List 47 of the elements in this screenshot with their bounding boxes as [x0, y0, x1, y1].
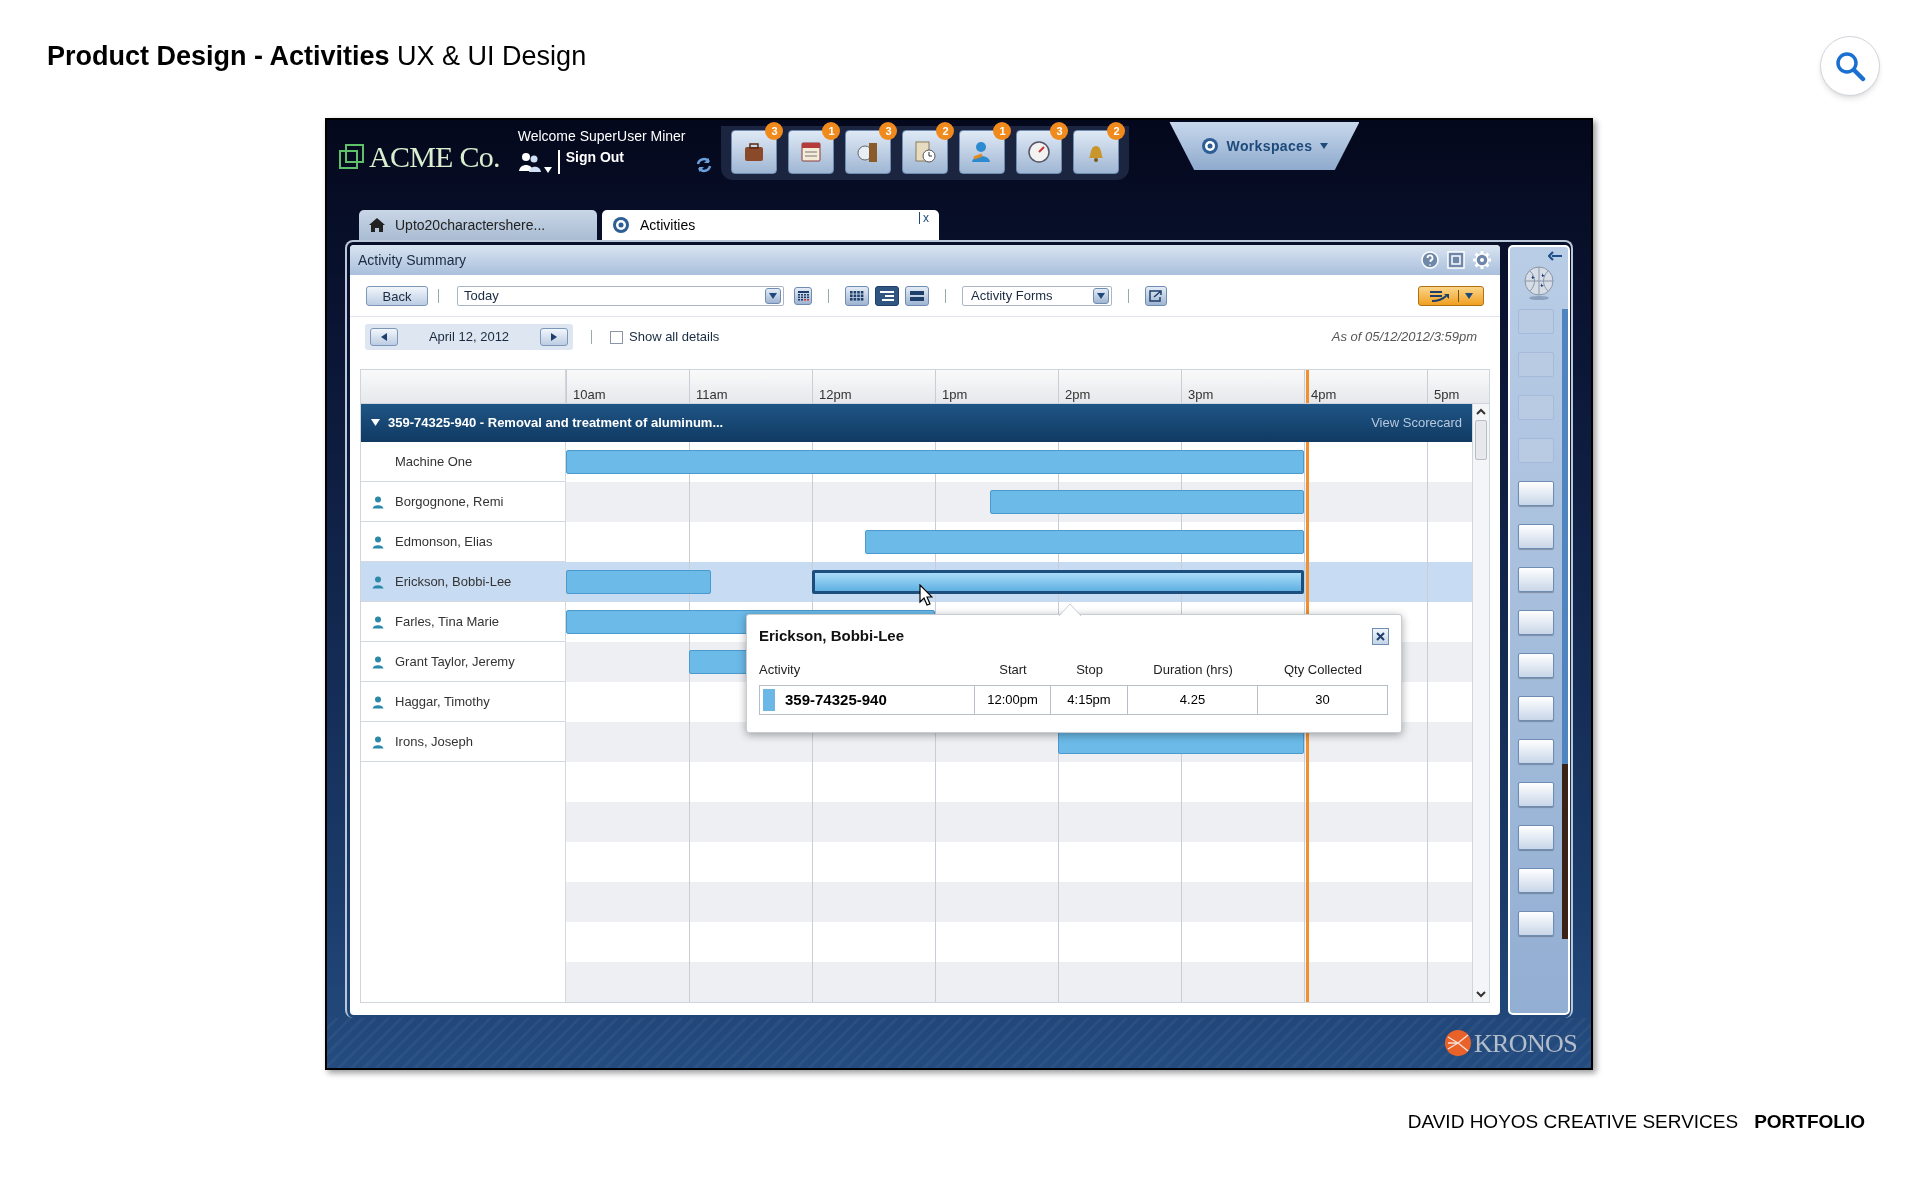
- current-date: April 12, 2012: [427, 328, 511, 347]
- column-header: Stop: [1075, 660, 1104, 679]
- notification-badge: 1: [993, 122, 1012, 140]
- hour-label: 3pm: [1188, 387, 1214, 402]
- notification-badge: 2: [1107, 122, 1126, 140]
- notification-badge: 1: [822, 122, 841, 140]
- tab-label: Upto20charactershere...: [395, 215, 547, 235]
- hour-label: 11am: [696, 387, 728, 402]
- notification-badge: 3: [1050, 122, 1069, 140]
- notification-badge: 2: [936, 122, 955, 140]
- hour-label: 4pm: [1311, 387, 1337, 402]
- brand-logo: KRONOS: [1474, 1027, 1577, 1060]
- column-header: Qty Collected: [1282, 660, 1363, 679]
- column-header: Duration (hrs): [1152, 660, 1234, 679]
- resource-name: Haggar, Timothy: [395, 692, 490, 711]
- resource-name: Machine One: [395, 452, 473, 471]
- popup-title: Erickson, Bobbi-Lee: [759, 626, 906, 646]
- table-cell: 4.25: [1128, 685, 1258, 715]
- hour-label: 2pm: [1065, 387, 1091, 402]
- company-logo: ACME Co.: [369, 139, 500, 175]
- column-header: Start: [998, 660, 1028, 679]
- table-cell: 12:00pm: [975, 685, 1051, 715]
- panel-title: Activity Summary: [358, 250, 468, 270]
- tab-label: Activities: [640, 215, 697, 235]
- portfolio-label: PORTFOLIO: [1754, 1110, 1865, 1134]
- resource-name: Irons, Joseph: [395, 732, 474, 751]
- notification-badge: 3: [879, 122, 898, 140]
- checkbox-label: Show all details: [629, 328, 720, 347]
- studio-name: DAVID HOYOS CREATIVE SERVICES: [1407, 1110, 1739, 1134]
- hour-label: 1pm: [942, 387, 968, 402]
- hour-label: 12pm: [819, 387, 852, 402]
- page-title: Product Design - Activities UX & UI Design: [47, 40, 587, 73]
- hour-label: 5pm: [1434, 387, 1460, 402]
- table-cell: 30: [1258, 685, 1388, 715]
- resource-name: Edmonson, Elias: [395, 532, 493, 551]
- resource-name: Borgognone, Remi: [395, 492, 504, 511]
- table-cell: 4:15pm: [1051, 685, 1128, 715]
- notification-badge: 3: [765, 122, 784, 140]
- activity-id: 359-74325-940: [785, 689, 887, 710]
- hour-label: 10am: [573, 387, 606, 402]
- resource-name: Erickson, Bobbi-Lee: [395, 572, 512, 591]
- group-title: 359-74325-940 - Removal and treatment of aluminum...: [388, 414, 725, 433]
- resource-name: Farles, Tina Marie: [395, 612, 500, 631]
- column-header: Activity: [759, 660, 802, 679]
- resource-name: Grant Taylor, Jeremy: [395, 652, 515, 671]
- welcome-text: Welcome SuperUser Miner: [517, 127, 686, 146]
- as-of-timestamp: As of 05/12/2012/3:59pm: [1331, 328, 1477, 347]
